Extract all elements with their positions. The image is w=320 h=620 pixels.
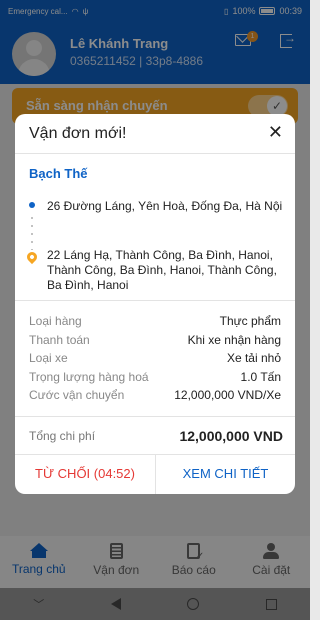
company-name: Bạch Thế (29, 166, 88, 181)
detail-row: Loại hàng Thực phẩm (29, 312, 281, 331)
total-row: Tổng chi phí 12,000,000 VND (29, 428, 283, 444)
detail-row: Trọng lượng hàng hoá 1.0 Tấn (29, 368, 281, 387)
cargo-type-value: Thực phẩm (219, 314, 281, 328)
freight-value: 12,000,000 VND/Xe (174, 388, 281, 402)
new-order-dialog: Vận đơn mới! ✕ Bạch Thế 26 Đường Láng, Y… (15, 114, 295, 494)
pickup-dot-icon (29, 202, 35, 208)
route-line (31, 214, 33, 250)
detail-row: Thanh toán Khi xe nhận hàng (29, 331, 281, 350)
freight-label: Cước vận chuyển (29, 388, 125, 402)
payment-label: Thanh toán (29, 332, 90, 347)
order-details: Loại hàng Thực phẩm Thanh toán Khi xe nh… (29, 312, 281, 405)
reject-button[interactable]: TỪ CHỐI (04:52) (15, 454, 155, 494)
close-icon[interactable]: ✕ (268, 122, 283, 143)
cargo-type-label: Loại hàng (29, 314, 82, 328)
divider (15, 300, 295, 301)
dialog-title: Vận đơn mới! (29, 125, 127, 142)
view-detail-button[interactable]: XEM CHI TIẾT (155, 454, 295, 494)
detail-row: Cước vận chuyển 12,000,000 VND/Xe (29, 386, 281, 405)
weight-label: Trọng lượng hàng hoá (29, 369, 149, 384)
payment-value: Khi xe nhận hàng (187, 332, 281, 347)
weight-value: 1.0 Tấn (240, 369, 281, 384)
detail-row: Loại xe Xe tải nhỏ (29, 349, 281, 368)
dropoff-address: 22 Láng Hạ, Thành Công, Ba Đình, Hanoi, … (47, 248, 277, 292)
divider (15, 416, 295, 417)
location-pin-icon (24, 249, 40, 265)
total-label: Tổng chi phí (29, 429, 96, 443)
pickup-address: 26 Đường Láng, Yên Hoà, Đống Đa, Hà Nội (47, 199, 283, 213)
divider (15, 153, 295, 154)
vehicle-type-value: Xe tải nhỏ (226, 351, 281, 365)
vehicle-type-label: Loại xe (29, 351, 68, 365)
total-value: 12,000,000 VND (179, 428, 283, 444)
